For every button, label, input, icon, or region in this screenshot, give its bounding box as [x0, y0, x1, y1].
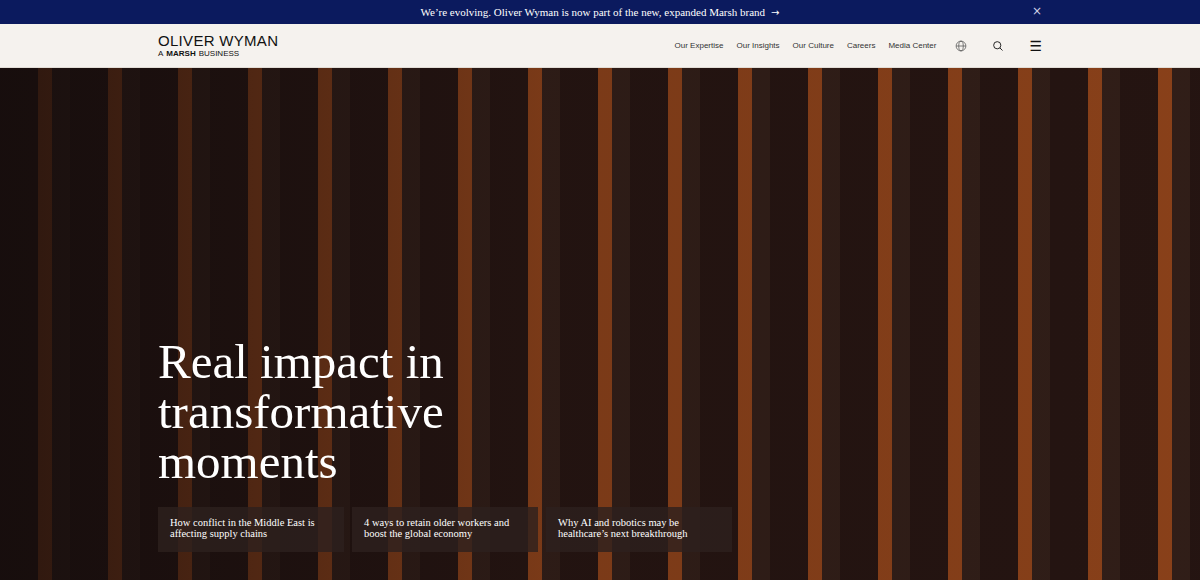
nav-item[interactable]: Our Insights: [736, 41, 779, 50]
insight-card[interactable]: 4 ways to retain older workers and boost…: [352, 507, 538, 552]
insight-card[interactable]: Why AI and robotics may be healthcare’s …: [546, 507, 732, 552]
hero: Real impact intransformativemoments How c…: [0, 68, 1200, 580]
nav-item[interactable]: Our Expertise: [675, 41, 724, 50]
nav-item[interactable]: Our Culture: [793, 41, 834, 50]
headline: Real impact intransformativemoments: [158, 337, 1042, 487]
nav-item[interactable]: Careers: [847, 41, 875, 50]
search-icon[interactable]: [992, 40, 1004, 52]
arrow-icon: →: [771, 7, 779, 18]
site-header: OLIVER WYMANAMARSHBUSINESSOur ExpertiseO…: [0, 24, 1200, 68]
menu-icon[interactable]: ☰: [1029, 39, 1042, 53]
nav-item[interactable]: Media Center: [888, 41, 936, 50]
announcement-banner: We’re evolving. Oliver Wyman is now part…: [0, 0, 1200, 24]
banner-link[interactable]: We’re evolving. Oliver Wyman is now part…: [421, 6, 780, 18]
banner-text: We’re evolving. Oliver Wyman is now part…: [421, 6, 766, 18]
logo-subtitle: AMARSHBUSINESS: [158, 49, 278, 59]
page: We’re evolving. Oliver Wyman is now part…: [0, 0, 1200, 580]
insight-cards: How conflict in the Middle East is affec…: [158, 507, 1042, 552]
close-icon[interactable]: ×: [1032, 4, 1042, 18]
logo-name: OLIVER WYMAN: [158, 33, 278, 49]
main-nav: Our Expertise Our Insights Our Culture Care…: [675, 39, 1042, 53]
logo[interactable]: OLIVER WYMANAMARSHBUSINESS: [158, 33, 278, 59]
globe-icon[interactable]: [955, 40, 967, 52]
insight-card[interactable]: How conflict in the Middle East is affec…: [158, 507, 344, 552]
